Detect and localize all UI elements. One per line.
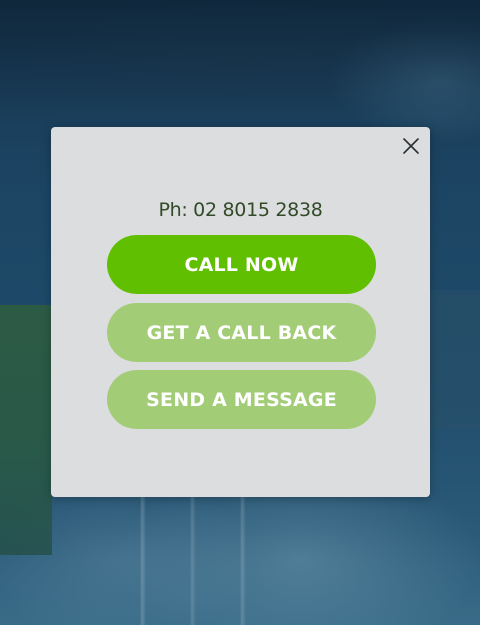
get-call-back-button[interactable]: GET A CALL BACK xyxy=(107,303,376,362)
call-now-button[interactable]: CALL NOW xyxy=(107,235,376,294)
close-button[interactable] xyxy=(400,135,422,157)
background-shelf xyxy=(0,0,480,120)
contact-popup: Ph: 02 8015 2838 CALL NOW GET A CALL BAC… xyxy=(51,127,430,497)
send-message-button[interactable]: SEND A MESSAGE xyxy=(107,370,376,429)
phone-number-text: Ph: 02 8015 2838 xyxy=(158,199,323,221)
background-green-panel xyxy=(0,305,52,555)
background-right-panel xyxy=(430,290,480,430)
close-icon xyxy=(403,138,419,154)
background-furniture xyxy=(100,497,280,625)
